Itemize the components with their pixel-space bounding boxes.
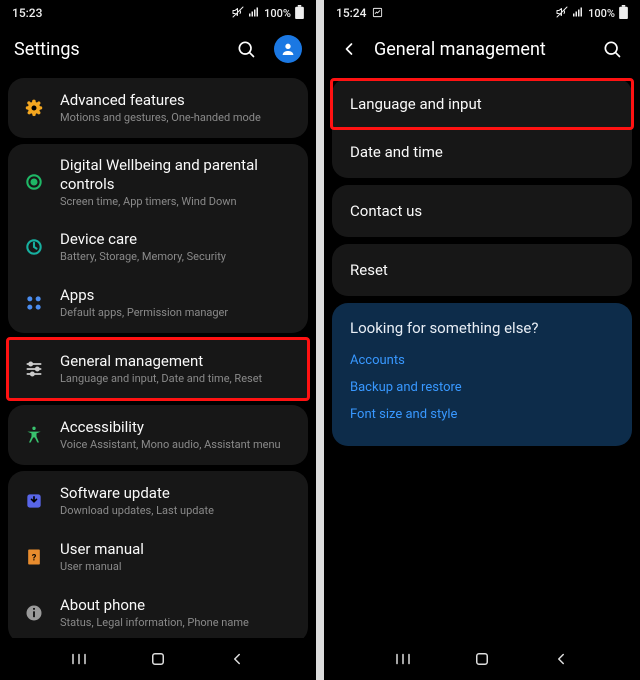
status-right: 100% xyxy=(556,5,628,22)
row-title: User manual xyxy=(60,540,294,559)
gm-group-3: Reset xyxy=(332,244,632,296)
nav-home[interactable] xyxy=(471,648,493,670)
settings-row-general[interactable]: General managementLanguage and input, Da… xyxy=(8,341,308,397)
general-management-screen: 15:24 100% General management Language xyxy=(324,0,640,680)
row-language-and-input[interactable]: Language and input xyxy=(332,80,632,128)
tip-link-font[interactable]: Font size and style xyxy=(350,401,614,428)
settings-group: Software updateDownload updates, Last up… xyxy=(8,471,308,638)
row-title: General management xyxy=(60,352,294,371)
gm-group-1: Language and input Date and time xyxy=(332,78,632,178)
mute-icon xyxy=(556,6,568,21)
row-title: About phone xyxy=(60,596,294,615)
svg-text:?: ? xyxy=(32,553,37,563)
wellbeing-icon xyxy=(22,170,46,194)
settings-row-accessibility[interactable]: AccessibilityVoice Assistant, Mono audio… xyxy=(8,407,308,463)
devicecare-icon xyxy=(22,235,46,259)
battery-icon xyxy=(295,5,304,22)
settings-group: General managementLanguage and input, Da… xyxy=(8,339,308,399)
accessibility-icon xyxy=(22,423,46,447)
status-right: 100% xyxy=(232,5,304,22)
nav-recents[interactable] xyxy=(68,648,90,670)
row-subtitle: Language and input, Date and time, Reset xyxy=(60,372,294,386)
status-bar: 15:23 100% xyxy=(0,0,316,26)
tips-card: Looking for something else? Accounts Bac… xyxy=(332,303,632,446)
row-title: Digital Wellbeing and parental controls xyxy=(60,156,294,194)
row-reset[interactable]: Reset xyxy=(332,246,632,294)
apps-icon xyxy=(22,291,46,315)
settings-group: Digital Wellbeing and parental controlsS… xyxy=(8,144,308,333)
tip-link-accounts[interactable]: Accounts xyxy=(350,347,614,374)
nav-bar xyxy=(0,638,316,680)
row-subtitle: Voice Assistant, Mono audio, Assistant m… xyxy=(60,438,294,452)
page-title: Settings xyxy=(14,39,218,60)
row-title: Advanced features xyxy=(60,91,294,110)
settings-row-update[interactable]: Software updateDownload updates, Last up… xyxy=(8,473,308,529)
account-avatar[interactable] xyxy=(274,35,302,63)
update-icon xyxy=(22,489,46,513)
row-subtitle: Status, Legal information, Phone name xyxy=(60,616,294,630)
settings-row-advanced[interactable]: Advanced featuresMotions and gestures, O… xyxy=(8,80,308,136)
back-button[interactable] xyxy=(338,38,360,60)
status-time: 15:23 xyxy=(12,6,42,20)
settings-row-manual[interactable]: ? User manualUser manual xyxy=(8,529,308,585)
general-icon xyxy=(22,357,46,381)
row-subtitle: User manual xyxy=(60,560,294,574)
row-subtitle: Battery, Storage, Memory, Security xyxy=(60,250,294,264)
tips-title: Looking for something else? xyxy=(350,319,614,337)
row-date-and-time[interactable]: Date and time xyxy=(332,128,632,176)
nav-bar xyxy=(324,638,640,680)
settings-row-wellbeing[interactable]: Digital Wellbeing and parental controlsS… xyxy=(8,146,308,219)
nav-recents[interactable] xyxy=(392,648,414,670)
gm-list: Language and input Date and time Contact… xyxy=(324,72,640,638)
tip-link-backup[interactable]: Backup and restore xyxy=(350,374,614,401)
battery-text: 100% xyxy=(588,7,615,20)
row-subtitle: Default apps, Permission manager xyxy=(60,306,294,320)
row-title: Apps xyxy=(60,286,294,305)
row-subtitle: Screen time, App timers, Wind Down xyxy=(60,195,294,209)
mute-icon xyxy=(232,6,244,21)
settings-group: AccessibilityVoice Assistant, Mono audio… xyxy=(8,405,308,465)
settings-list: Advanced featuresMotions and gestures, O… xyxy=(0,72,316,638)
search-button[interactable] xyxy=(598,35,626,63)
settings-screen: 15:23 100% Settings Advanced featuresMot… xyxy=(0,0,316,680)
row-subtitle: Download updates, Last update xyxy=(60,504,294,518)
status-time: 15:24 xyxy=(336,6,383,20)
manual-icon: ? xyxy=(22,545,46,569)
status-bar: 15:24 100% xyxy=(324,0,640,26)
nav-back[interactable] xyxy=(226,648,248,670)
settings-group: Advanced featuresMotions and gestures, O… xyxy=(8,78,308,138)
search-button[interactable] xyxy=(232,35,260,63)
nav-home[interactable] xyxy=(147,648,169,670)
row-title: Device care xyxy=(60,230,294,249)
signal-icon xyxy=(572,6,584,21)
settings-row-apps[interactable]: AppsDefault apps, Permission manager xyxy=(8,275,308,331)
settings-header: Settings xyxy=(0,26,316,72)
nav-back[interactable] xyxy=(550,648,572,670)
gm-group-2: Contact us xyxy=(332,185,632,237)
gm-header: General management xyxy=(324,26,640,72)
about-icon xyxy=(22,601,46,625)
advanced-icon xyxy=(22,96,46,120)
page-title: General management xyxy=(374,39,584,60)
settings-row-about[interactable]: About phoneStatus, Legal information, Ph… xyxy=(8,585,308,638)
battery-icon xyxy=(619,5,628,22)
row-title: Accessibility xyxy=(60,418,294,437)
row-subtitle: Motions and gestures, One-handed mode xyxy=(60,111,294,125)
row-contact-us[interactable]: Contact us xyxy=(332,187,632,235)
row-title: Software update xyxy=(60,484,294,503)
settings-row-devicecare[interactable]: Device careBattery, Storage, Memory, Sec… xyxy=(8,219,308,275)
signal-icon xyxy=(248,6,260,21)
battery-text: 100% xyxy=(264,7,291,20)
